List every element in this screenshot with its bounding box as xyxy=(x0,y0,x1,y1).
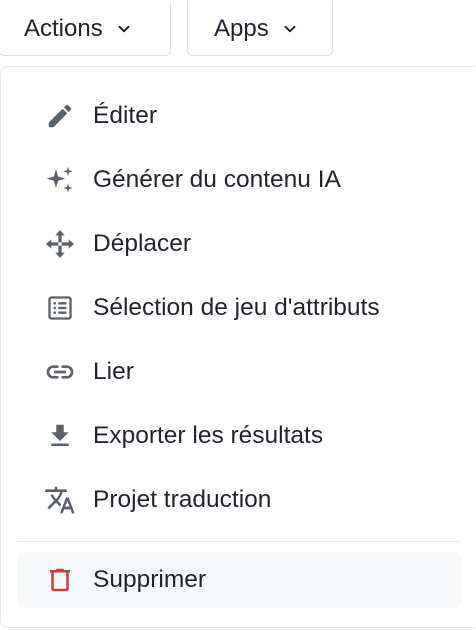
menu-item-label: Générer du contenu IA xyxy=(93,166,341,193)
menu-item-translation-project[interactable]: Projet traduction xyxy=(17,472,461,528)
apps-dropdown-button[interactable]: Apps xyxy=(187,2,333,56)
menu-item-label: Déplacer xyxy=(93,230,192,257)
actions-menu: Éditer Générer du contenu IA Déplacer Sé… xyxy=(0,66,475,628)
move-arrows-icon xyxy=(44,228,76,260)
menu-item-label: Supprimer xyxy=(93,566,207,593)
menu-item-label: Sélection de jeu d'attributs xyxy=(93,294,380,321)
menu-divider xyxy=(17,541,461,542)
download-icon xyxy=(44,420,76,452)
apps-button-label: Apps xyxy=(214,14,269,42)
trash-icon xyxy=(44,564,76,596)
menu-item-label: Éditer xyxy=(93,102,158,129)
menu-item-delete[interactable]: Supprimer xyxy=(17,552,461,608)
menu-item-generate-ai[interactable]: Générer du contenu IA xyxy=(17,152,461,208)
translate-icon xyxy=(44,484,76,516)
menu-item-label: Exporter les résultats xyxy=(93,422,324,449)
chevron-down-icon xyxy=(117,22,131,36)
sparkles-icon xyxy=(44,164,76,196)
menu-item-attribute-set[interactable]: Sélection de jeu d'attributs xyxy=(17,280,461,336)
menu-item-move[interactable]: Déplacer xyxy=(17,216,461,272)
menu-item-label: Projet traduction xyxy=(93,486,272,513)
menu-item-edit[interactable]: Éditer xyxy=(17,88,461,144)
actions-button-label: Actions xyxy=(24,14,103,42)
menu-item-label: Lier xyxy=(93,358,134,385)
list-box-icon xyxy=(44,292,76,324)
toolbar: Actions Apps xyxy=(0,0,476,62)
menu-item-link[interactable]: Lier xyxy=(17,344,461,400)
pencil-icon xyxy=(44,100,76,132)
chevron-down-icon xyxy=(283,22,297,36)
menu-item-export[interactable]: Exporter les résultats xyxy=(17,408,461,464)
actions-dropdown-button[interactable]: Actions xyxy=(0,2,171,56)
link-icon xyxy=(44,356,76,388)
